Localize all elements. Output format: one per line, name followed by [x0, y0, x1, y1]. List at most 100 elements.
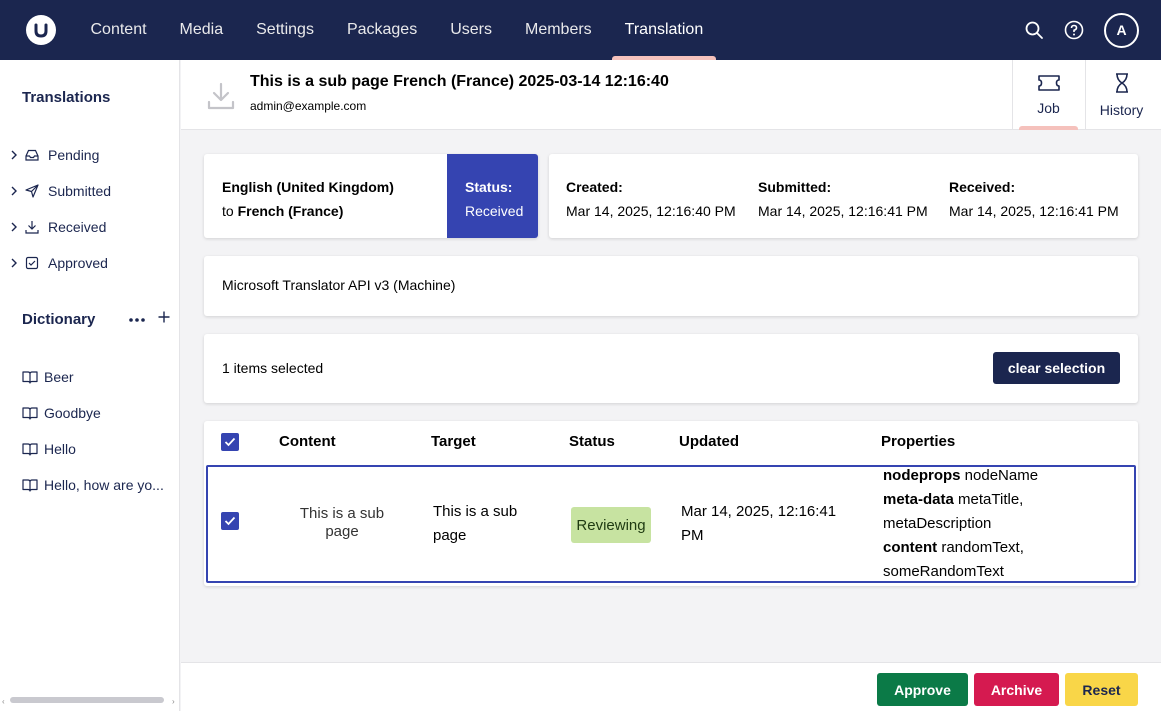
chevron-right-icon[interactable] — [8, 186, 20, 196]
row-checkbox[interactable] — [221, 512, 239, 530]
tab-job[interactable]: Job — [1012, 60, 1084, 130]
sidebar-item-pending[interactable]: Pending — [8, 143, 173, 167]
updated-line: PM — [681, 527, 704, 544]
created-column: Created: Mar 14, 2025, 12:16:40 PM — [566, 175, 736, 223]
column-header-content[interactable]: Content — [279, 433, 336, 450]
archive-button[interactable]: Archive — [974, 673, 1059, 706]
column-header-updated[interactable]: Updated — [679, 433, 739, 450]
row-updated: Mar 14, 2025, 12:16:41 PM — [681, 500, 836, 548]
nav-users[interactable]: Users — [434, 0, 509, 60]
help-icon[interactable] — [1064, 20, 1084, 40]
updated-line: Mar 14, 2025, 12:16:41 — [681, 503, 837, 520]
provider-card: Microsoft Translator API v3 (Machine) — [204, 256, 1138, 316]
select-all-checkbox[interactable] — [221, 433, 239, 451]
sidebar-item-submitted[interactable]: Submitted — [8, 179, 173, 203]
chevron-right-icon[interactable] — [8, 150, 20, 160]
items-table: Content Target Status Updated Properties… — [204, 421, 1138, 586]
download-icon — [24, 219, 40, 235]
submitted-value: Mar 14, 2025, 12:16:41 PM — [758, 203, 928, 219]
selection-card: 1 items selected clear selection — [204, 334, 1138, 403]
sidebar-horizontal-scrollbar[interactable] — [10, 697, 164, 703]
more-options-icon[interactable] — [128, 310, 146, 326]
search-icon[interactable] — [1024, 20, 1044, 40]
dates-card: Created: Mar 14, 2025, 12:16:40 PM Submi… — [549, 154, 1138, 238]
sidebar-item-label: Submitted — [48, 183, 112, 199]
target-language: French (France) — [237, 203, 344, 219]
nav-settings[interactable]: Settings — [240, 0, 331, 60]
tab-label: History — [1099, 101, 1144, 118]
dictionary-item-label: Beer — [44, 369, 74, 385]
nav-members[interactable]: Members — [508, 0, 608, 60]
column-header-properties[interactable]: Properties — [881, 433, 955, 450]
clear-selection-button[interactable]: clear selection — [993, 352, 1120, 384]
scroll-left-arrow[interactable]: ‹ — [2, 697, 5, 706]
dictionary-heading[interactable]: Dictionary — [22, 311, 95, 328]
chevron-right-icon[interactable] — [8, 258, 20, 268]
book-icon — [22, 405, 38, 421]
dictionary-item-goodbye[interactable]: Goodbye — [22, 401, 172, 425]
user-avatar[interactable]: A — [1104, 12, 1139, 48]
dictionary-item-hello-how-are-you[interactable]: Hello, how are yo... — [22, 473, 172, 497]
property-group: content — [883, 539, 938, 556]
book-icon — [22, 441, 38, 457]
status-box: Status: Received — [447, 154, 538, 238]
dictionary-item-label: Hello — [44, 441, 76, 457]
status-badge: Reviewing — [571, 507, 651, 543]
sidebar-item-label: Pending — [48, 147, 100, 163]
submitted-column: Submitted: Mar 14, 2025, 12:16:41 PM — [758, 175, 928, 223]
created-label: Created: — [566, 179, 623, 195]
status-value: Received — [465, 203, 524, 219]
target-prefix: to — [222, 203, 234, 219]
property-values: metaTitle, — [958, 491, 1024, 508]
chevron-right-icon[interactable] — [8, 222, 20, 232]
property-group: meta-data — [883, 491, 954, 508]
received-value: Mar 14, 2025, 12:16:41 PM — [949, 203, 1119, 219]
selection-count: 1 items selected — [222, 360, 324, 376]
dictionary-item-label: Goodbye — [44, 405, 101, 421]
scroll-right-arrow[interactable]: › — [172, 697, 175, 706]
received-column: Received: Mar 14, 2025, 12:16:41 PM — [949, 175, 1119, 223]
received-label: Received: — [949, 179, 1016, 195]
content-line: page — [325, 523, 359, 540]
property-values: someRandomText — [883, 563, 1004, 580]
inbox-icon — [24, 147, 40, 163]
umbraco-logo[interactable] — [26, 15, 56, 45]
book-icon — [22, 369, 38, 385]
sidebar-item-approved[interactable]: Approved — [8, 251, 173, 275]
check-square-icon — [24, 255, 40, 271]
download-icon — [205, 80, 237, 112]
approve-button[interactable]: Approve — [877, 673, 968, 706]
dictionary-item-beer[interactable]: Beer — [22, 365, 172, 389]
submitted-label: Submitted: — [758, 179, 832, 195]
dictionary-item-hello[interactable]: Hello — [22, 437, 172, 461]
content-line: This is a sub — [299, 505, 385, 522]
property-values: nodeName — [964, 467, 1039, 484]
language-status-card: English (United Kingdom) to French (Fran… — [204, 154, 538, 238]
target-line: page — [433, 527, 467, 544]
source-language: English (United Kingdom) — [222, 179, 394, 195]
sidebar: Translations Pending Submitted Received … — [0, 60, 180, 711]
nav-translation[interactable]: Translation — [608, 0, 720, 60]
sidebar-item-received[interactable]: Received — [8, 215, 173, 239]
nav-media[interactable]: Media — [163, 0, 240, 60]
row-content[interactable]: This is a sub page — [292, 505, 392, 541]
add-icon[interactable] — [158, 310, 170, 326]
send-icon — [24, 183, 40, 199]
target-line: This is a sub — [433, 503, 518, 520]
column-header-status[interactable]: Status — [569, 433, 615, 450]
nav-packages[interactable]: Packages — [330, 0, 433, 60]
dictionary-item-label: Hello, how are yo... — [44, 477, 164, 493]
provider-name: Microsoft Translator API v3 (Machine) — [222, 277, 456, 293]
column-header-target[interactable]: Target — [431, 433, 476, 450]
reset-button[interactable]: Reset — [1065, 673, 1138, 706]
tab-label: Job — [1037, 99, 1060, 116]
ticket-icon — [1037, 74, 1060, 94]
tab-history[interactable]: History — [1085, 60, 1157, 130]
sidebar-item-label: Approved — [48, 255, 108, 271]
nav-content[interactable]: Content — [74, 0, 163, 60]
property-values: metaDescription — [883, 515, 992, 532]
section-nav: Content Media Settings Packages Users Me… — [74, 0, 720, 60]
footer-actions: Approve Archive Reset — [181, 662, 1161, 711]
translations-heading[interactable]: Translations — [22, 89, 110, 106]
table-row[interactable]: This is a sub page This is a sub page Re… — [206, 465, 1136, 583]
